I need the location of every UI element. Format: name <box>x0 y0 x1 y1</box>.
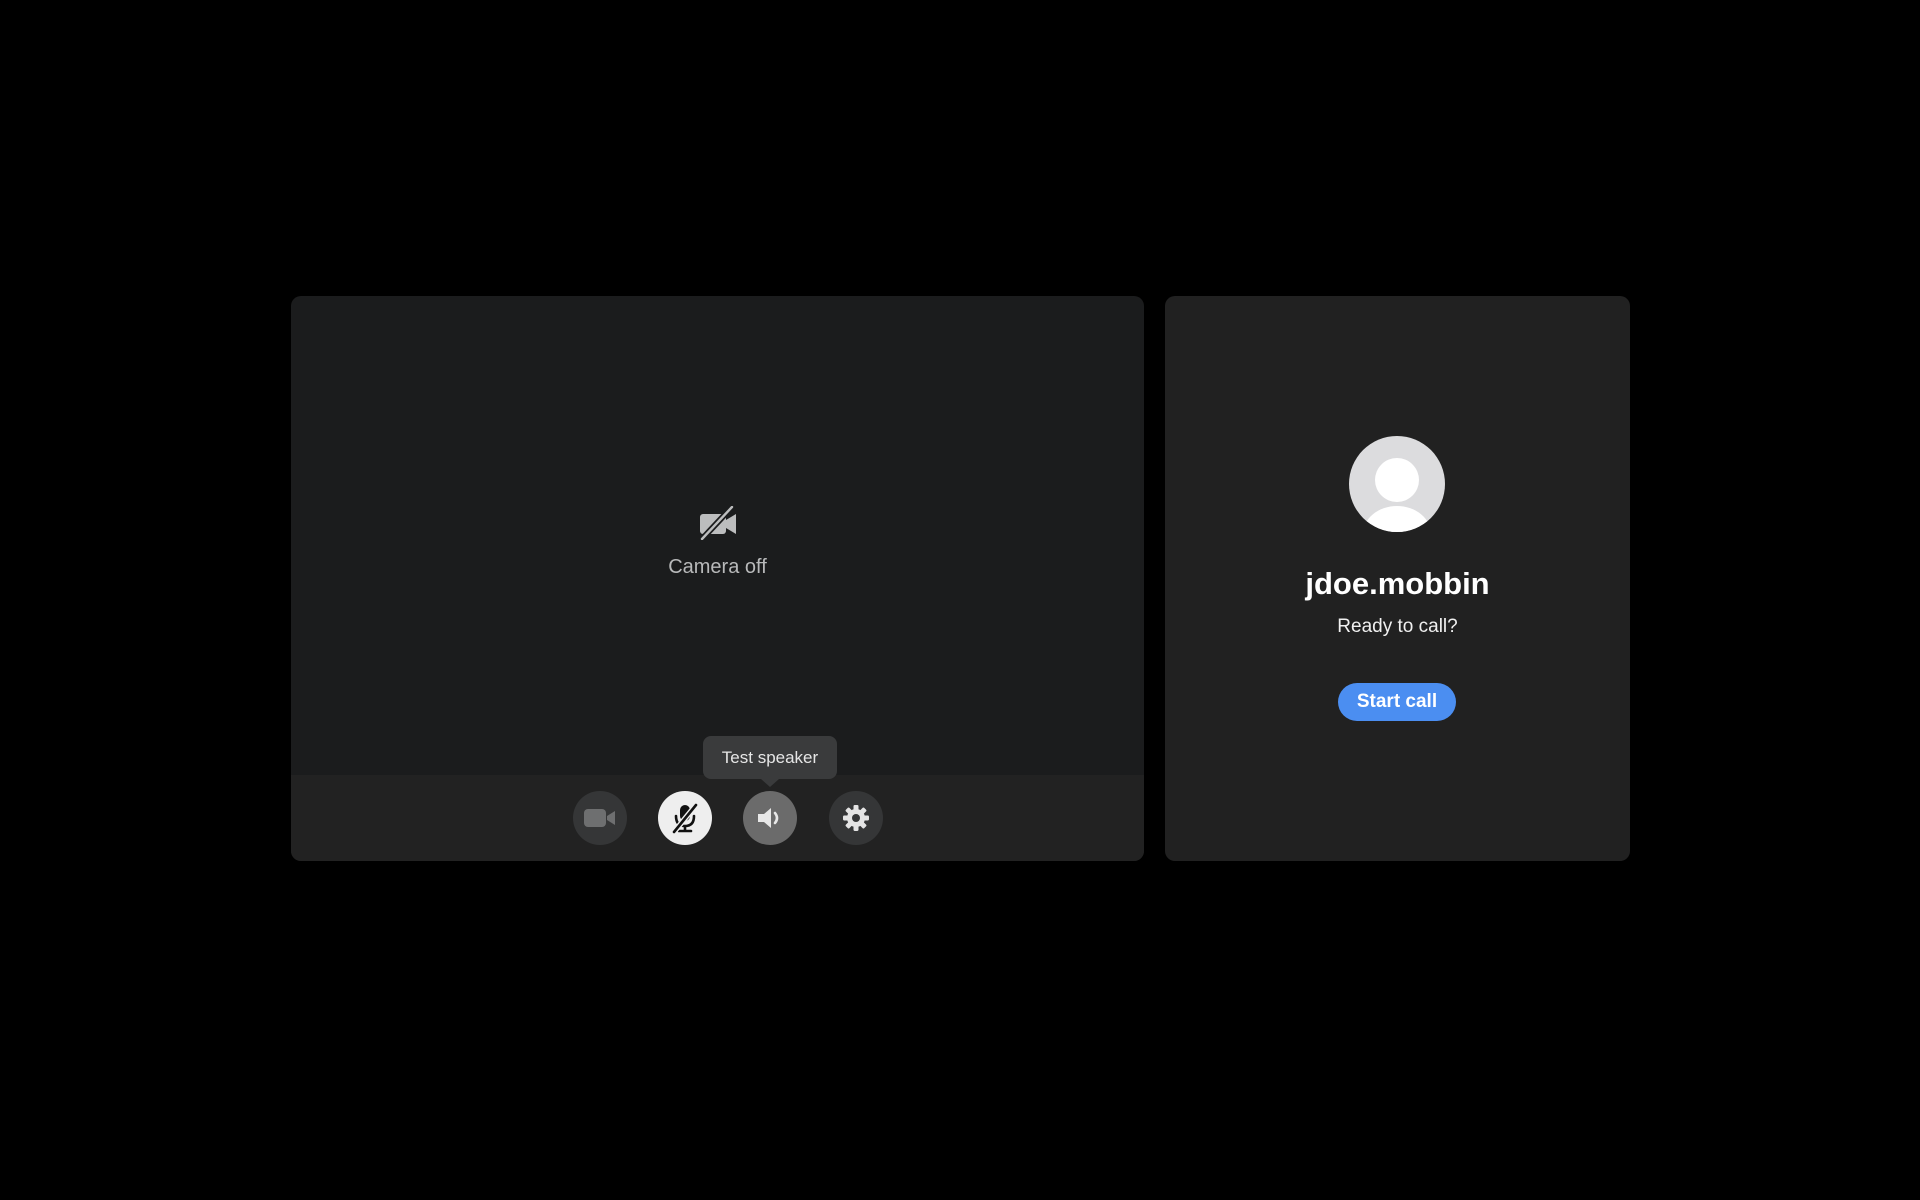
camera-off-icon <box>699 506 736 540</box>
test-speaker-button[interactable] <box>743 791 797 845</box>
microphone-muted-icon <box>671 803 699 834</box>
camera-off-label: Camera off <box>668 556 767 578</box>
avatar <box>1349 436 1445 532</box>
speaker-icon <box>758 808 779 828</box>
video-camera-icon <box>584 809 615 827</box>
toggle-microphone-button[interactable] <box>658 791 712 845</box>
call-setup-screen: Camera off Test speaker jdoe.mobbin Read… <box>0 0 1920 1200</box>
contact-name: jdoe.mobbin <box>1305 566 1490 601</box>
gear-icon <box>843 805 869 831</box>
contact-panel: jdoe.mobbin Ready to call? Start call <box>1165 296 1630 861</box>
toggle-camera-button[interactable] <box>573 791 627 845</box>
settings-button[interactable] <box>829 791 883 845</box>
camera-off-indicator: Camera off <box>291 506 1144 579</box>
person-avatar-icon <box>1363 458 1431 532</box>
test-speaker-tooltip: Test speaker <box>703 736 837 787</box>
call-control-bar <box>291 775 1144 861</box>
start-call-button[interactable]: Start call <box>1338 683 1456 721</box>
call-status-text: Ready to call? <box>1337 616 1458 637</box>
